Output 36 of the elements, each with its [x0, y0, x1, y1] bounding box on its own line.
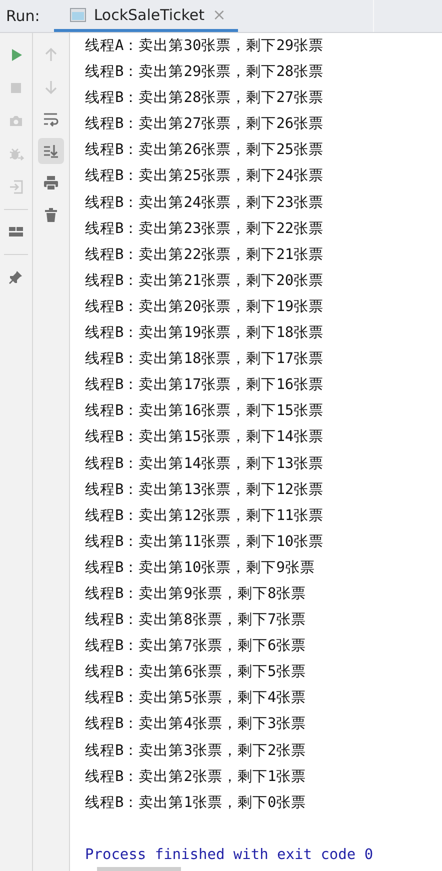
- output-line: 线程B：卖出第3张票，剩下2张票: [85, 742, 306, 761]
- output-line: 线程B：卖出第1张票，剩下0张票: [85, 794, 306, 813]
- output-line: 线程B：卖出第25张票，剩下24张票: [85, 167, 324, 186]
- output-line: 线程B：卖出第7张票，剩下6张票: [85, 637, 306, 656]
- output-line: 线程B：卖出第10张票，剩下9张票: [85, 558, 315, 578]
- output-line: 线程B：卖出第20张票，剩下19张票: [85, 298, 324, 317]
- output-line: 线程B：卖出第5张票，剩下4张票: [85, 689, 306, 708]
- output-line: 线程B：卖出第6张票，剩下5张票: [85, 663, 306, 682]
- scrollbar-thumb[interactable]: [97, 867, 181, 871]
- output-line: 线程B：卖出第16张票，剩下15张票: [85, 402, 324, 422]
- output-line: 线程B：卖出第26张票，剩下25张票: [85, 141, 324, 160]
- output-line: 线程B：卖出第22张票，剩下21张票: [85, 246, 324, 265]
- panel-label: Run:: [5, 6, 41, 27]
- output-line: 线程A：卖出第30张票，剩下29张票: [85, 37, 324, 56]
- output-line: 线程B：卖出第21张票，剩下20张票: [85, 272, 324, 291]
- output-line: 线程B：卖出第4张票，剩下3张票: [85, 715, 306, 734]
- output-line: 线程B：卖出第11张票，剩下10张票: [85, 532, 324, 552]
- output-line: 线程B：卖出第24张票，剩下23张票: [85, 194, 324, 213]
- output-line: 线程B：卖出第17张票，剩下16张票: [85, 376, 324, 396]
- output-line: 线程B：卖出第2张票，剩下1张票: [85, 768, 306, 787]
- output-line: 线程B：卖出第13张票，剩下12张票: [85, 480, 324, 500]
- run-tab[interactable]: LockSaleTicket ×: [54, 0, 238, 32]
- console-icon: [70, 8, 86, 22]
- output-line: 线程B：卖出第9张票，剩下8张票: [85, 584, 306, 604]
- output-line: 线程B：卖出第18张票，剩下17张票: [85, 350, 324, 370]
- output-line: 线程B：卖出第27张票，剩下26张票: [85, 115, 324, 134]
- output-line: 线程B：卖出第28张票，剩下27张票: [85, 89, 324, 108]
- output-line: 线程B：卖出第14张票，剩下13张票: [85, 454, 324, 474]
- output-line: 线程B：卖出第15张票，剩下14张票: [85, 428, 324, 448]
- output-line: 线程B：卖出第8张票，剩下7张票: [85, 611, 306, 630]
- output-line: 线程B：卖出第12张票，剩下11张票: [85, 506, 324, 526]
- scroll-to-end-icon[interactable]: [38, 138, 64, 164]
- output-line: 线程B：卖出第29张票，剩下28张票: [85, 63, 324, 82]
- output-line: 线程B：卖出第23张票，剩下22张票: [85, 220, 324, 239]
- output-line: 线程B：卖出第19张票，剩下18张票: [85, 324, 324, 344]
- exit-message: Process finished with exit code 0: [85, 846, 374, 865]
